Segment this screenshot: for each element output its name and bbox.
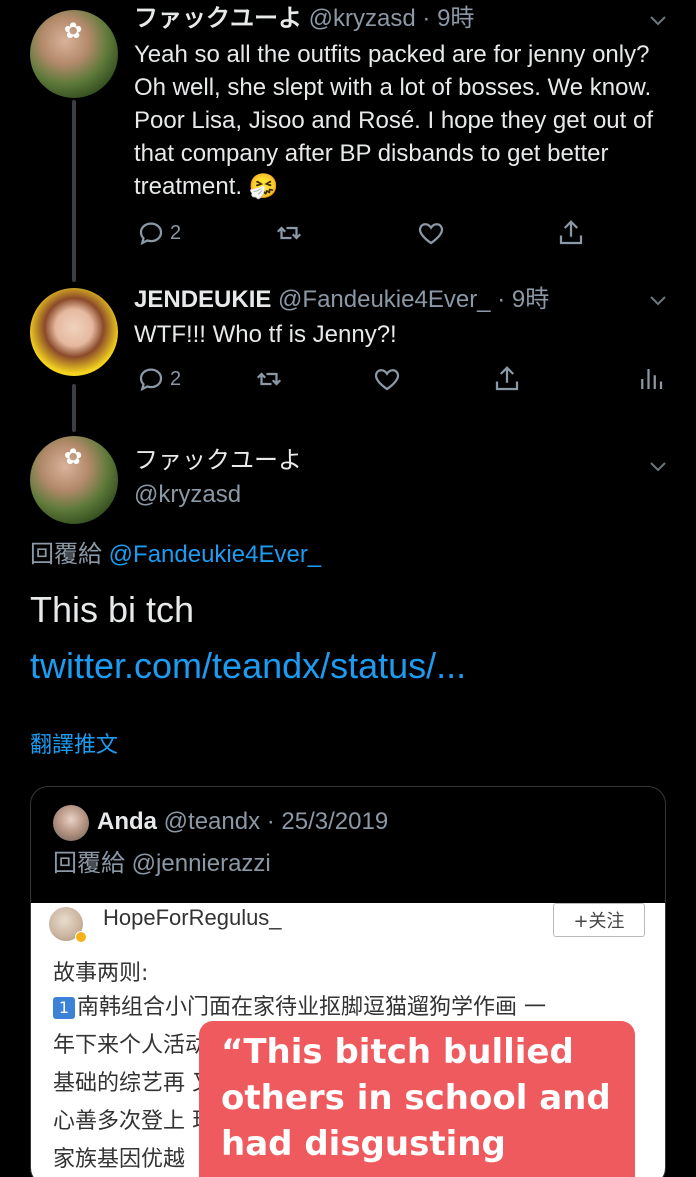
share-button[interactable] — [492, 364, 522, 394]
handle[interactable]: @Fandeukie4Ever_ — [278, 286, 490, 313]
reply-to-link[interactable]: @Fandeukie4Ever_ — [109, 541, 321, 568]
reply-context: 回覆給 @Fandeukie4Ever_ — [30, 540, 321, 570]
like-button[interactable] — [416, 218, 446, 248]
weibo-text-line: 故事两则: — [53, 961, 149, 986]
share-button[interactable] — [556, 218, 586, 248]
display-name[interactable]: JENDEUKIE — [134, 286, 271, 313]
like-button[interactable] — [372, 364, 402, 394]
thread-line — [72, 100, 76, 282]
handle[interactable]: @kryzasd — [309, 5, 416, 32]
quote-handle: @teandx — [163, 808, 261, 835]
chevron-down-icon[interactable] — [648, 10, 668, 30]
share-icon — [495, 366, 519, 391]
main-tweet-text: This bi tch — [30, 589, 195, 630]
quote-reply-to: @jennierazzi — [131, 850, 271, 877]
avatar — [53, 805, 89, 841]
reply-icon — [139, 368, 163, 392]
reply-icon — [139, 222, 163, 246]
translate-tweet-link[interactable]: 翻譯推文 — [30, 730, 118, 760]
reply-button[interactable]: 2 — [136, 218, 181, 248]
caption-text: “This bitch bullied others in school and… — [221, 1032, 611, 1164]
weibo-text-line: 家族基因优越 — [53, 1147, 186, 1172]
timestamp[interactable]: · 9時 — [422, 5, 474, 32]
reply-prefix: 回覆給 — [53, 850, 125, 877]
tweet-header: JENDEUKIE @Fandeukie4Ever_ · 9時 — [134, 285, 549, 315]
like-icon — [418, 223, 444, 245]
thread-line — [72, 384, 76, 432]
tweet-text: WTF!!! Who tf is Jenny?! — [134, 321, 397, 348]
weibo-username: HopeForRegulus_ — [103, 905, 282, 930]
analytics-button[interactable] — [636, 364, 666, 394]
tweet-text: Yeah so all the outfits packed are for j… — [134, 41, 653, 200]
weibo-text-line: 1 南韩组合小门面在家待业抠脚逗猫遛狗学作画 一 — [53, 993, 546, 1023]
reply-prefix: 回覆給 — [30, 541, 102, 568]
share-icon — [559, 220, 583, 245]
retweet-button[interactable] — [254, 364, 284, 394]
quoted-tweet[interactable]: Anda @teandx · 25/3/2019 回覆給 @jennierazz… — [30, 786, 666, 1177]
verified-badge-icon — [75, 931, 87, 943]
main-display-name[interactable]: ファックユーよ — [134, 446, 302, 476]
quote-reply-context: 回覆給 @jennierazzi — [53, 849, 271, 879]
reply-count: 2 — [170, 367, 182, 390]
like-icon — [374, 369, 400, 391]
follow-button: +关注 — [553, 903, 645, 937]
display-name[interactable]: ファックユーよ — [134, 5, 302, 32]
tweet-header: ファックユーよ @kryzasd · 9時 — [134, 4, 474, 34]
quote-header: Anda @teandx · 25/3/2019 — [97, 807, 388, 837]
avatar[interactable]: ✿ — [30, 10, 118, 98]
number-badge: 1 — [53, 997, 75, 1019]
quote-display-name: Anda — [97, 808, 157, 835]
retweet-icon — [256, 372, 282, 386]
reply-count: 2 — [170, 221, 182, 244]
avatar[interactable]: ✿ — [30, 436, 118, 524]
reply-button[interactable]: 2 — [136, 364, 181, 394]
analytics-icon — [641, 369, 663, 389]
status-link[interactable]: twitter.com/teandx/status/... — [30, 646, 466, 686]
avatar[interactable] — [30, 288, 118, 376]
chevron-down-icon[interactable] — [648, 456, 668, 476]
flower-icon: ✿ — [64, 444, 83, 469]
weibo-text-line: 心善多次登上 现 — [53, 1109, 214, 1134]
flower-icon: ✿ — [64, 18, 83, 43]
quoted-image[interactable]: HopeForRegulus_ +关注 故事两则: 1 南韩组合小门面在家待业抠脚… — [31, 903, 665, 1177]
main-handle[interactable]: @kryzasd — [134, 480, 241, 510]
timestamp[interactable]: · 9時 — [497, 286, 549, 313]
retweet-icon — [276, 226, 302, 240]
retweet-button[interactable] — [274, 218, 304, 248]
chevron-down-icon[interactable] — [648, 290, 668, 310]
quote-date: · 25/3/2019 — [266, 808, 389, 835]
